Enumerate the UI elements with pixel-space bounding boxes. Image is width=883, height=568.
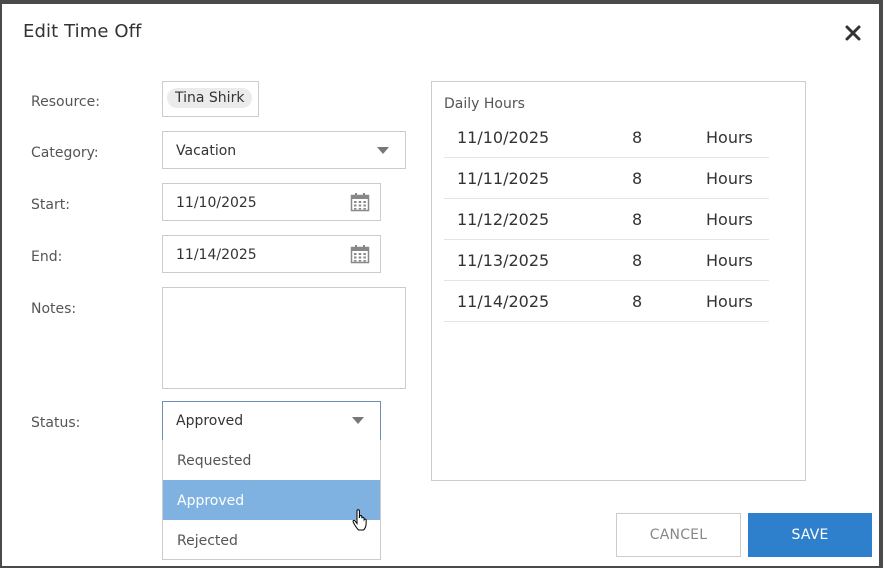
row-unit: Hours: [706, 169, 753, 188]
category-value: Vacation: [176, 143, 237, 159]
edit-time-off-dialog: Edit Time Off Resource: Tina Shirk Categ…: [2, 4, 879, 566]
start-date-value: 11/10/2025: [176, 195, 257, 211]
status-option-rejected[interactable]: Rejected: [163, 520, 380, 560]
row-date: 11/11/2025: [457, 169, 550, 188]
row-date: 11/10/2025: [457, 128, 550, 147]
row-unit: Hours: [706, 210, 753, 229]
row-hours: 8: [632, 128, 643, 147]
row-hours: 8: [632, 292, 643, 311]
daily-hours-panel: Daily Hours 11/10/2025 8 Hours 11/11/202…: [431, 81, 806, 481]
row-date: 11/13/2025: [457, 251, 550, 270]
resource-chip: Tina Shirk: [167, 88, 253, 108]
chevron-down-icon: [352, 417, 364, 424]
end-date-value: 11/14/2025: [176, 247, 257, 263]
status-option-requested[interactable]: Requested: [163, 440, 380, 480]
chevron-down-icon: [377, 147, 389, 154]
end-label: End:: [31, 249, 63, 265]
close-icon[interactable]: [842, 22, 864, 44]
row-unit: Hours: [706, 128, 753, 147]
resource-label: Resource:: [31, 94, 100, 110]
notes-label: Notes:: [31, 301, 77, 317]
category-label: Category:: [31, 145, 99, 161]
table-row: 11/11/2025 8 Hours: [444, 158, 769, 199]
status-dropdown-list: Requested Approved Rejected: [162, 440, 381, 560]
resource-field[interactable]: Tina Shirk: [162, 81, 259, 117]
row-hours: 8: [632, 251, 643, 270]
row-unit: Hours: [706, 292, 753, 311]
start-label: Start:: [31, 197, 70, 213]
end-date-input[interactable]: 11/14/2025: [162, 235, 381, 273]
row-unit: Hours: [706, 251, 753, 270]
row-hours: 8: [632, 169, 643, 188]
save-button[interactable]: SAVE: [748, 513, 872, 557]
calendar-icon[interactable]: [350, 192, 370, 212]
notes-textarea[interactable]: [162, 287, 406, 389]
table-row: 11/14/2025 8 Hours: [444, 281, 769, 322]
status-option-approved[interactable]: Approved: [163, 480, 380, 520]
row-hours: 8: [632, 210, 643, 229]
status-label: Status:: [31, 415, 81, 431]
row-date: 11/14/2025: [457, 292, 550, 311]
hand-cursor-icon: [352, 509, 367, 531]
row-date: 11/12/2025: [457, 210, 550, 229]
daily-hours-title: Daily Hours: [444, 96, 525, 112]
status-select[interactable]: Approved: [162, 401, 381, 441]
table-row: 11/10/2025 8 Hours: [444, 117, 769, 158]
start-date-input[interactable]: 11/10/2025: [162, 183, 381, 221]
cancel-button[interactable]: CANCEL: [616, 513, 741, 557]
category-select[interactable]: Vacation: [162, 131, 406, 169]
calendar-icon[interactable]: [350, 244, 370, 264]
status-value: Approved: [176, 413, 244, 429]
table-row: 11/13/2025 8 Hours: [444, 240, 769, 281]
dialog-title: Edit Time Off: [23, 21, 142, 42]
table-row: 11/12/2025 8 Hours: [444, 199, 769, 240]
